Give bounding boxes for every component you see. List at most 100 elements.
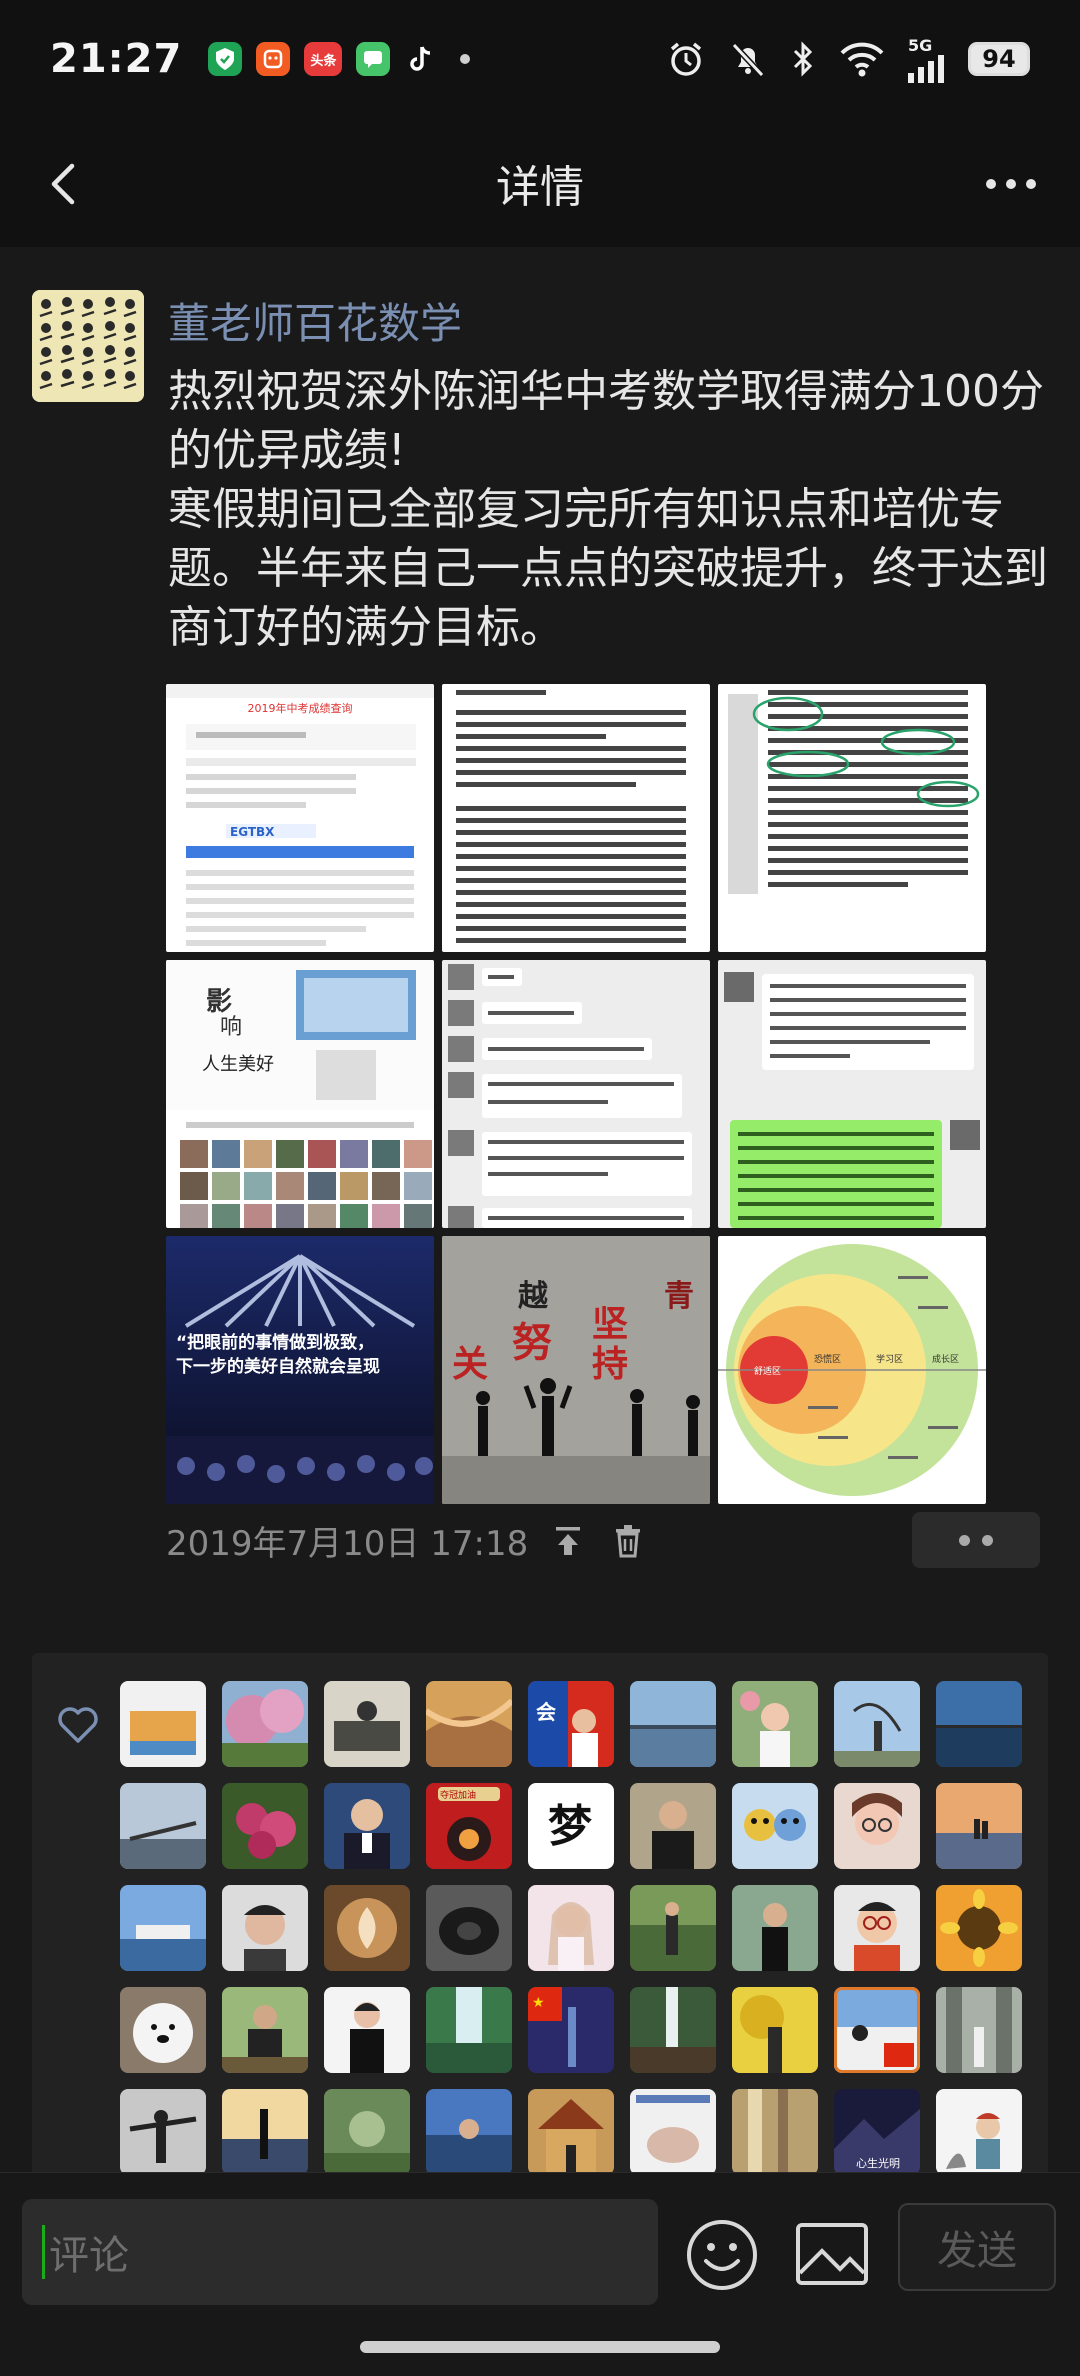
dot-icon: [959, 1534, 970, 1546]
heart-icon: [58, 1707, 98, 1743]
author-name[interactable]: 董老师百花数学: [168, 290, 462, 351]
liker-avatar[interactable]: [834, 1783, 920, 1869]
svg-text:影: 影: [206, 987, 232, 1017]
liker-avatar[interactable]: [630, 1987, 716, 2073]
toutiao-label: 头条: [310, 53, 337, 69]
battery-indicator: 94: [968, 42, 1030, 76]
liker-avatar[interactable]: 会: [528, 1681, 614, 1767]
status-app-icons: 头条: [208, 42, 471, 76]
photo-chat-text-1[interactable]: [442, 684, 710, 952]
liker-avatar[interactable]: [120, 2089, 206, 2175]
liker-avatar[interactable]: [222, 1783, 308, 1869]
liker-avatar[interactable]: [222, 1987, 308, 2073]
emoji-icon[interactable]: [682, 2215, 762, 2295]
liker-avatar[interactable]: [222, 1681, 308, 1767]
comment-placeholder: 评论: [49, 2233, 129, 2279]
liker-avatar[interactable]: [630, 2089, 716, 2175]
liker-avatar[interactable]: [222, 2089, 308, 2175]
liker-avatar[interactable]: [834, 1987, 920, 2073]
cat-app-icon: [256, 42, 291, 76]
network-type: 5G: [908, 35, 933, 55]
post-meta: 2019年7月10日 17:18: [166, 1516, 648, 1565]
liker-avatar[interactable]: [120, 1987, 206, 2073]
liker-avatar[interactable]: [834, 1681, 920, 1767]
author-avatar[interactable]: [32, 290, 144, 402]
notification-dot: [460, 54, 471, 64]
svg-text:★: ★: [532, 1995, 545, 2011]
liker-avatar[interactable]: [324, 1987, 410, 2073]
liker-avatar[interactable]: [630, 1885, 716, 1971]
status-indicators: 5G 94: [666, 36, 1030, 83]
vpn-shield-icon: [208, 42, 243, 76]
liker-avatar[interactable]: [426, 1681, 512, 1767]
svg-text:关: 关: [452, 1343, 488, 1385]
photo-slogan-line-2: 下一步的美好自然就会呈现: [176, 1356, 380, 1377]
send-button[interactable]: 发送: [898, 2203, 1056, 2291]
photo-chat-bubbles-1[interactable]: [442, 960, 710, 1228]
photo-grid: 2019年中考成绩查询 EGTBX 影 响 人生美好 “把眼前的事情做到极致， …: [166, 684, 986, 1504]
svg-text:努: 努: [512, 1319, 552, 1366]
liker-avatar[interactable]: [936, 1987, 1022, 2073]
liker-avatar[interactable]: [834, 1885, 920, 1971]
liker-avatar[interactable]: [732, 1987, 818, 2073]
liker-avatar[interactable]: [936, 1681, 1022, 1767]
alarm-icon: [670, 42, 702, 76]
status-time: 21:27: [50, 36, 183, 82]
nav-bar: 详情: [0, 118, 1080, 248]
dot-icon: [982, 1534, 993, 1546]
liker-avatar[interactable]: [426, 1987, 512, 2073]
liker-avatar[interactable]: [324, 2089, 410, 2175]
liker-avatar[interactable]: [936, 1783, 1022, 1869]
liker-avatar[interactable]: [936, 1885, 1022, 1971]
comment-bar: 评论 发送: [0, 2172, 1080, 2376]
svg-text:持: 持: [592, 1343, 628, 1385]
liker-avatar[interactable]: [324, 1885, 410, 1971]
liker-avatar[interactable]: 心生光明: [834, 2089, 920, 2175]
tiktok-icon: [404, 42, 438, 76]
liker-avatar[interactable]: ★: [528, 1987, 614, 2073]
liker-avatar-label: 心生光明: [856, 2156, 900, 2170]
liker-avatar[interactable]: [120, 1885, 206, 1971]
liker-avatar[interactable]: [528, 2089, 614, 2175]
photo-chat-bubbles-2[interactable]: [718, 960, 986, 1228]
liker-avatar[interactable]: [120, 1681, 206, 1767]
liker-avatar[interactable]: 梦: [528, 1783, 614, 1869]
photo-zone-panic: 恐慌区: [814, 1353, 841, 1365]
likes-panel: 会 夺冠加油 梦 ★ 心生光明: [32, 1653, 1048, 2198]
like-comment-menu-button[interactable]: [912, 1512, 1040, 1568]
liker-avatar[interactable]: [426, 2089, 512, 2175]
photo-score-screenshot[interactable]: 2019年中考成绩查询 EGTBX: [166, 684, 434, 952]
delete-trash-icon[interactable]: [608, 1521, 648, 1561]
comment-input[interactable]: 评论: [22, 2199, 658, 2305]
back-arrow-icon[interactable]: [34, 154, 94, 214]
liker-avatar[interactable]: [732, 1885, 818, 1971]
photo-chat-text-2[interactable]: [718, 684, 986, 952]
liker-avatar[interactable]: [732, 1681, 818, 1767]
liker-avatar[interactable]: [732, 2089, 818, 2175]
photo-comfort-zone-diagram[interactable]: 舒适区 恐慌区 学习区 成长区: [718, 1236, 986, 1504]
moment-post: 董老师百花数学 热烈祝贺深外陈润华中考数学取得满分100分的优异成绩! 寒假期间…: [0, 248, 1080, 2198]
more-options-icon[interactable]: [976, 154, 1046, 214]
liker-avatar[interactable]: [426, 1885, 512, 1971]
image-icon[interactable]: [792, 2217, 872, 2293]
liker-avatar[interactable]: [324, 1783, 410, 1869]
svg-text:人生美好: 人生美好: [202, 1054, 274, 1075]
liker-avatar[interactable]: 夺冠加油: [426, 1783, 512, 1869]
photo-stage-slogan[interactable]: “把眼前的事情做到极致， 下一步的美好自然就会呈现: [166, 1236, 434, 1504]
post-timestamp: 2019年7月10日 17:18: [166, 1524, 529, 1564]
svg-text:坚: 坚: [592, 1303, 628, 1345]
liker-avatar[interactable]: [936, 2089, 1022, 2175]
liker-avatar[interactable]: [630, 1783, 716, 1869]
liker-avatar[interactable]: [732, 1783, 818, 1869]
liker-avatar-label: 夺冠加油: [440, 1789, 476, 1801]
pin-top-icon[interactable]: [548, 1521, 588, 1561]
liker-avatar[interactable]: [630, 1681, 716, 1767]
liker-avatar[interactable]: [324, 1681, 410, 1767]
svg-text:青: 青: [664, 1279, 694, 1314]
text-caret: [42, 2225, 45, 2279]
liker-avatar[interactable]: [120, 1783, 206, 1869]
photo-moment-screenshot[interactable]: 影 响 人生美好: [166, 960, 434, 1228]
liker-avatar[interactable]: [222, 1885, 308, 1971]
liker-avatar[interactable]: [528, 1885, 614, 1971]
photo-wall-art[interactable]: 越 努 坚 持 青 关: [442, 1236, 710, 1504]
